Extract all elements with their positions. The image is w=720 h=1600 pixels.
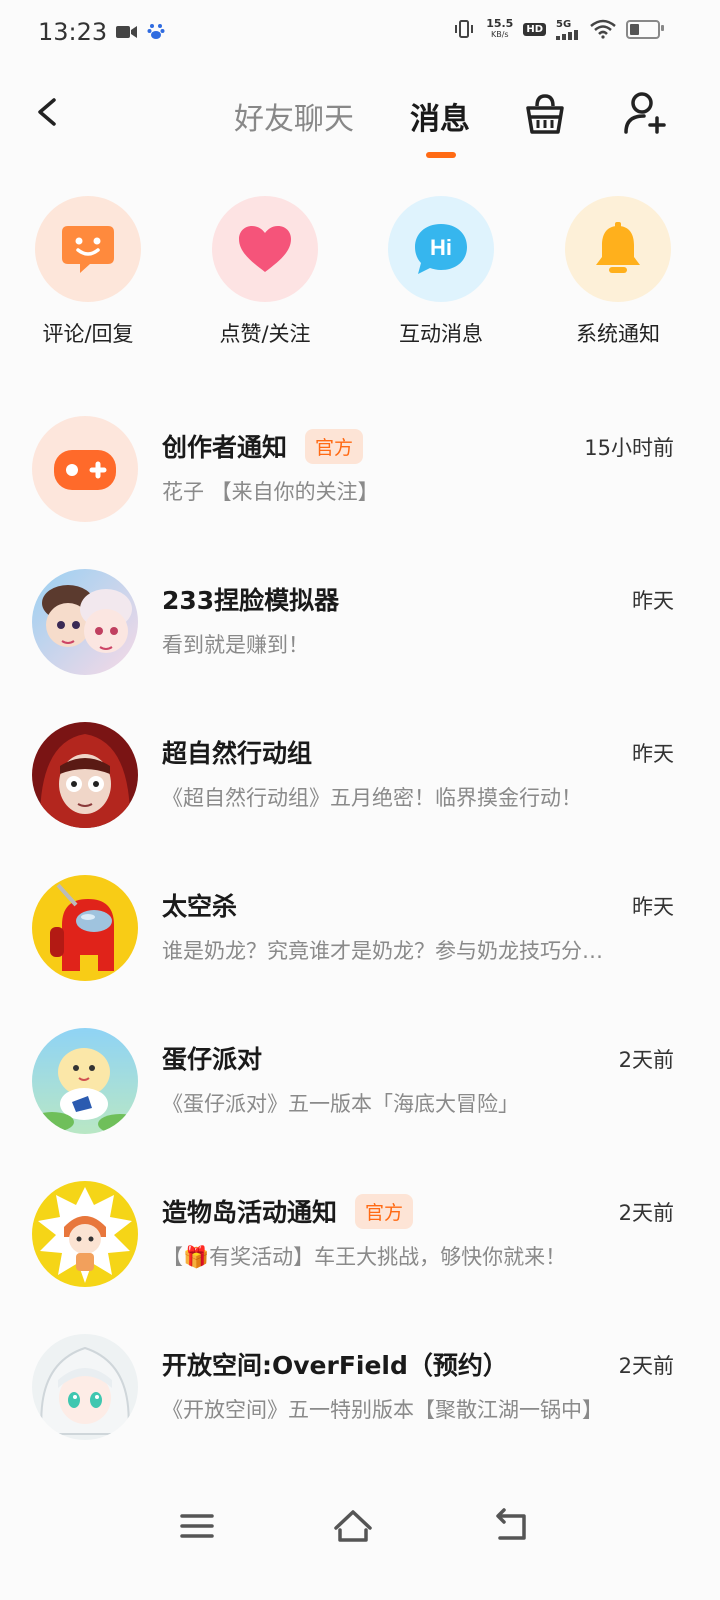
message-title-row: 创作者通知 官方 bbox=[162, 428, 364, 464]
wifi-icon bbox=[590, 19, 616, 39]
hi-bubble-icon: Hi bbox=[415, 224, 467, 274]
list-item[interactable]: 太空杀 昨天 谁是奶龙？究竟谁才是奶龙？参与奶龙技巧分… bbox=[0, 861, 720, 1014]
status-time: 13:23 bbox=[38, 18, 108, 46]
message-title: 233捏脸模拟器 bbox=[162, 586, 340, 615]
back-icon[interactable] bbox=[486, 1506, 536, 1546]
message-preview: 《开放空间》五一特别版本【聚散江湖一锅中】 bbox=[162, 1398, 603, 1422]
net-speed: 15.5 KB/s bbox=[486, 17, 514, 39]
quick-entry-label: 系统通知 bbox=[576, 322, 660, 346]
message-preview: 谁是奶龙？究竟谁才是奶龙？参与奶龙技巧分… bbox=[162, 939, 603, 963]
svg-text:Hi: Hi bbox=[430, 235, 452, 260]
message-preview: 看到就是赚到！ bbox=[162, 633, 309, 657]
bell-icon bbox=[596, 222, 640, 273]
message-title: 开放空间:OverField（预约） bbox=[162, 1351, 508, 1380]
home-icon[interactable] bbox=[328, 1506, 378, 1546]
quick-entries: 评论/回复 点赞/关注 Hi 互动消息 系统通知 bbox=[0, 196, 720, 356]
message-preview: 《超自然行动组》五月绝密！临界摸金行动！ bbox=[162, 786, 582, 810]
message-time: 昨天 bbox=[632, 742, 674, 766]
list-item[interactable]: 开放空间:OverField（预约） 2天前 《开放空间》五一特别版本【聚散江湖… bbox=[0, 1320, 720, 1473]
message-title-row: 造物岛活动通知 官方 bbox=[162, 1193, 414, 1229]
message-title: 造物岛活动通知 bbox=[162, 1198, 338, 1227]
quick-entry-comments[interactable]: 评论/回复 bbox=[13, 196, 163, 348]
list-item[interactable]: 创作者通知 官方 15小时前 花子 【来自你的关注】 bbox=[0, 402, 720, 555]
message-time: 2天前 bbox=[618, 1048, 674, 1072]
vibrate-icon bbox=[455, 20, 474, 38]
anime-girls-avatar bbox=[32, 569, 138, 675]
status-bar: 13:23 15.5 KB/s HD 5G bbox=[0, 0, 720, 66]
message-time: 15小时前 bbox=[584, 436, 674, 460]
add-friend-icon[interactable] bbox=[622, 90, 668, 136]
signal-icon: 5G bbox=[556, 19, 580, 40]
quick-entry-bg: Hi bbox=[388, 196, 494, 302]
message-title: 太空杀 bbox=[162, 892, 238, 921]
comic-girl-avatar bbox=[32, 1181, 138, 1287]
message-preview: 【🎁有奖活动】车王大挑战，够快你就来！ bbox=[162, 1245, 567, 1269]
quick-entry-bg bbox=[212, 196, 318, 302]
gamepad-icon bbox=[32, 416, 138, 522]
menu-icon[interactable] bbox=[172, 1506, 222, 1546]
quick-entry-bg bbox=[565, 196, 671, 302]
comment-smile-icon bbox=[62, 226, 114, 273]
official-badge: 官方 bbox=[355, 1193, 414, 1229]
basket-icon[interactable] bbox=[522, 92, 568, 136]
baidu-icon bbox=[147, 24, 165, 39]
message-title-row: 开放空间:OverField（预约） bbox=[162, 1346, 508, 1382]
quick-entry-label: 互动消息 bbox=[399, 322, 483, 346]
quick-entry-likes[interactable]: 点赞/关注 bbox=[190, 196, 340, 348]
list-item[interactable]: 233捏脸模拟器 昨天 看到就是赚到！ bbox=[0, 555, 720, 708]
back-arrow-icon[interactable] bbox=[30, 92, 66, 132]
red-hood-girl-avatar bbox=[32, 722, 138, 828]
message-title: 蛋仔派对 bbox=[162, 1045, 263, 1074]
message-title-row: 超自然行动组 bbox=[162, 734, 312, 770]
message-title: 创作者通知 bbox=[162, 433, 288, 462]
header: 好友聊天 消息 bbox=[0, 70, 720, 170]
system-nav-bar bbox=[0, 1480, 720, 1570]
message-preview: 《蛋仔派对》五一版本「海底大冒险」 bbox=[162, 1092, 519, 1116]
message-time: 昨天 bbox=[632, 895, 674, 919]
quick-entry-label: 评论/回复 bbox=[42, 322, 134, 346]
message-preview: 花子 【来自你的关注】 bbox=[162, 480, 379, 504]
message-time: 昨天 bbox=[632, 589, 674, 613]
message-time: 2天前 bbox=[618, 1354, 674, 1378]
message-time: 2天前 bbox=[618, 1201, 674, 1225]
hd-badge: HD bbox=[523, 22, 546, 36]
white-hair-girl-avatar bbox=[32, 1334, 138, 1440]
quick-entry-system[interactable]: 系统通知 bbox=[543, 196, 693, 348]
heart-icon bbox=[239, 226, 291, 272]
message-title-row: 蛋仔派对 bbox=[162, 1040, 262, 1076]
message-title: 超自然行动组 bbox=[162, 739, 313, 768]
official-badge: 官方 bbox=[305, 428, 364, 464]
quick-entry-label: 点赞/关注 bbox=[219, 322, 311, 346]
tab-friend-chat[interactable]: 好友聊天 bbox=[234, 94, 354, 138]
list-item[interactable]: 蛋仔派对 2天前 《蛋仔派对》五一版本「海底大冒险」 bbox=[0, 1014, 720, 1167]
red-crewmate-avatar bbox=[32, 875, 138, 981]
message-title-row: 233捏脸模拟器 bbox=[162, 581, 339, 617]
message-title-row: 太空杀 bbox=[162, 887, 237, 923]
tab-messages[interactable]: 消息 bbox=[410, 94, 470, 138]
list-item[interactable]: 超自然行动组 昨天 《超自然行动组》五月绝密！临界摸金行动！ bbox=[0, 708, 720, 861]
video-camera-icon bbox=[116, 26, 137, 38]
quick-entry-bg bbox=[35, 196, 141, 302]
list-item[interactable]: 造物岛活动通知 官方 2天前 【🎁有奖活动】车王大挑战，够快你就来！ bbox=[0, 1167, 720, 1320]
eggy-avatar bbox=[32, 1028, 138, 1134]
active-tab-indicator bbox=[426, 152, 456, 158]
battery-icon bbox=[626, 19, 664, 39]
message-list: 创作者通知 官方 15小时前 花子 【来自你的关注】 233捏脸模拟器 昨天 看… bbox=[0, 402, 720, 1473]
quick-entry-interactions[interactable]: Hi 互动消息 bbox=[366, 196, 516, 348]
